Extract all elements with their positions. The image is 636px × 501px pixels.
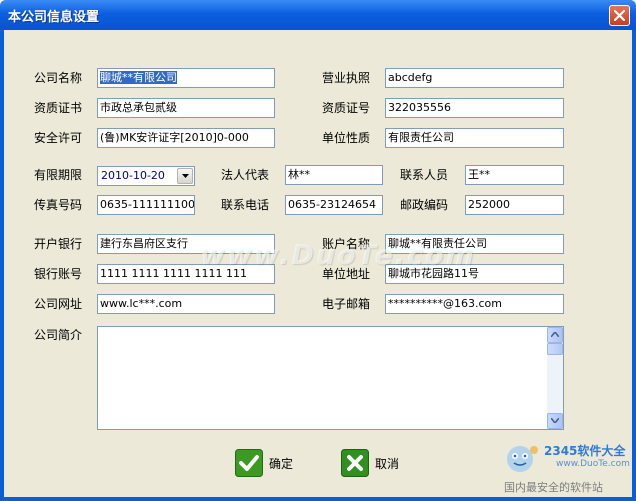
scroll-up-button[interactable] bbox=[547, 327, 563, 343]
postcode-label: 邮政编码 bbox=[400, 198, 449, 212]
close-button[interactable] bbox=[609, 5, 630, 26]
profile-label: 公司简介 bbox=[34, 328, 83, 342]
title-bar[interactable]: 本公司信息设置 bbox=[0, 0, 636, 30]
mascot-icon bbox=[507, 446, 538, 472]
site-watermark: www.DuoTe.com bbox=[200, 240, 476, 271]
company-info-dialog: 本公司信息设置 公司名称 聊城**有限公司 营业执照 abcdefg 资质证书 … bbox=[0, 0, 636, 501]
website-label: 公司网址 bbox=[34, 297, 83, 311]
valid-until-date-picker[interactable]: 2010-10-20 bbox=[97, 166, 195, 186]
company-name-field[interactable]: 聊城**有限公司 bbox=[97, 68, 275, 88]
qualification-cert-field[interactable]: 市政总承包贰级 bbox=[97, 98, 275, 118]
qualification-no-field[interactable]: 322035556 bbox=[385, 98, 564, 118]
confirm-label: 确定 bbox=[269, 456, 294, 471]
chevron-down-icon bbox=[182, 174, 189, 178]
postcode-field[interactable]: 252000 bbox=[465, 195, 564, 215]
cancel-x-icon bbox=[341, 449, 369, 477]
unit-nature-label: 单位性质 bbox=[322, 131, 371, 145]
arrow-down-icon bbox=[551, 418, 559, 423]
date-dropdown-button[interactable] bbox=[177, 168, 193, 184]
qualification-no-label: 资质证号 bbox=[322, 101, 371, 115]
fax-label: 传真号码 bbox=[34, 198, 83, 212]
phone-label: 联系电话 bbox=[221, 198, 270, 212]
contact-person-field[interactable]: 王** bbox=[465, 165, 564, 185]
business-license-label: 营业执照 bbox=[322, 71, 371, 85]
safety-permit-label: 安全许可 bbox=[34, 131, 83, 145]
legal-rep-label: 法人代表 bbox=[221, 168, 270, 182]
brand-url: www.DuoTe.com bbox=[556, 459, 630, 469]
unit-nature-field[interactable]: 有限责任公司 bbox=[385, 128, 564, 148]
bank-label: 开户银行 bbox=[34, 237, 83, 251]
cancel-label: 取消 bbox=[375, 456, 400, 471]
contact-person-label: 联系人员 bbox=[400, 168, 449, 182]
brand-slogan: 国内最安全的软件站 bbox=[504, 481, 603, 494]
window-title: 本公司信息设置 bbox=[8, 10, 100, 25]
bank-account-label: 银行账号 bbox=[34, 267, 83, 281]
safety-permit-field[interactable]: (鲁)MK安许证字[2010]0-000 bbox=[97, 128, 275, 148]
website-field[interactable]: www.lc***.com bbox=[97, 294, 275, 314]
checkmark-icon bbox=[235, 449, 263, 477]
cancel-button[interactable]: 取消 bbox=[341, 449, 399, 477]
email-field[interactable]: **********@163.com bbox=[385, 294, 564, 314]
profile-scrollbar[interactable] bbox=[547, 327, 563, 429]
dialog-body: 公司名称 聊城**有限公司 营业执照 abcdefg 资质证书 市政总承包贰级 … bbox=[4, 30, 632, 497]
fax-field[interactable]: 0635-111111100 bbox=[97, 195, 195, 215]
close-icon bbox=[614, 10, 625, 21]
qualification-cert-label: 资质证书 bbox=[34, 101, 83, 115]
company-name-label: 公司名称 bbox=[34, 71, 83, 85]
valid-until-value: 2010-10-20 bbox=[101, 169, 165, 182]
business-license-field[interactable]: abcdefg bbox=[385, 68, 564, 88]
legal-rep-field[interactable]: 林** bbox=[285, 165, 383, 185]
scroll-thumb[interactable] bbox=[547, 343, 563, 355]
confirm-button[interactable]: 确定 bbox=[235, 449, 293, 477]
arrow-up-icon bbox=[551, 332, 559, 337]
email-label: 电子邮箱 bbox=[322, 297, 371, 311]
brand-name: 2345软件大全 bbox=[544, 444, 626, 458]
profile-textarea[interactable] bbox=[97, 326, 564, 430]
valid-until-label: 有限期限 bbox=[34, 168, 83, 182]
scroll-down-button[interactable] bbox=[547, 413, 563, 429]
phone-field[interactable]: 0635-23124654 bbox=[285, 195, 383, 215]
corner-brand-logo: 2345软件大全 www.DuoTe.com 国内最安全的软件站 bbox=[500, 442, 632, 497]
